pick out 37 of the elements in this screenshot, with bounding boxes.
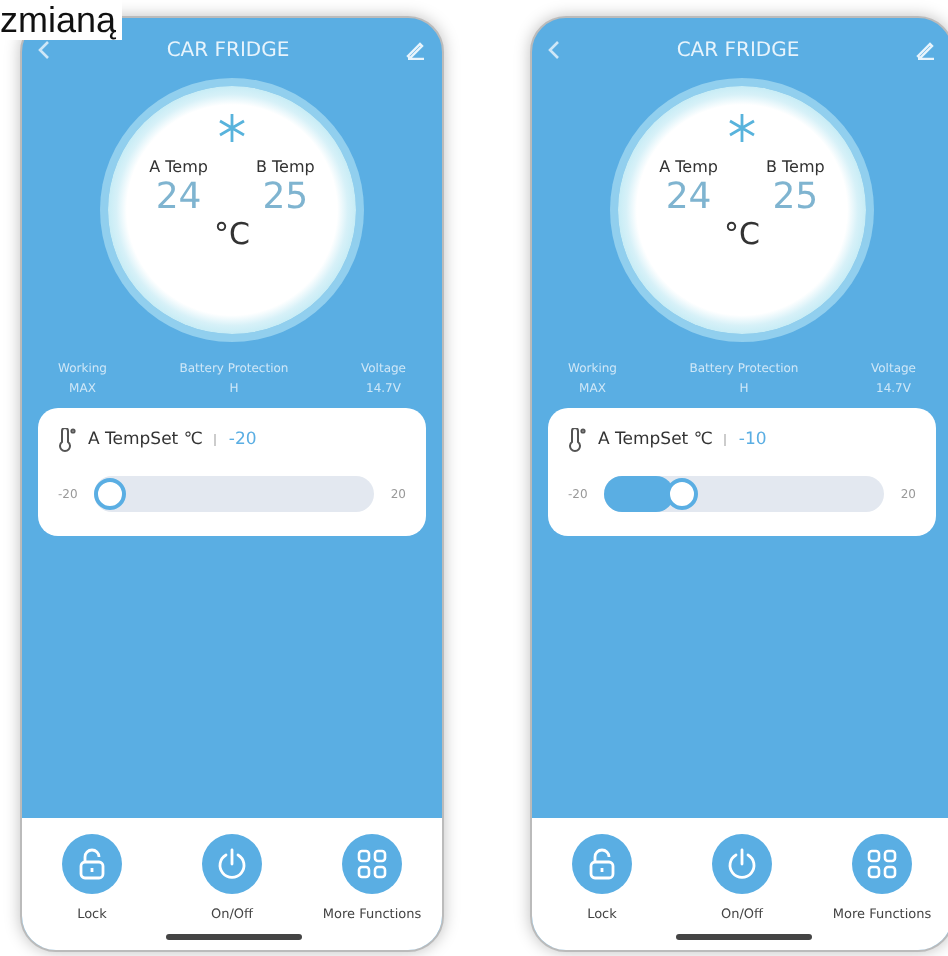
zone-temperature: 24 (665, 176, 712, 220)
page-caption: zmianą (0, 0, 123, 40)
temperature-slider[interactable] (93, 476, 375, 512)
home-indicator (166, 934, 302, 940)
tempset-value: -10 (738, 430, 767, 450)
padlock-icon (78, 848, 106, 880)
unit-label: °C (724, 215, 760, 252)
power-icon (216, 848, 248, 880)
edit-icon[interactable] (916, 40, 936, 60)
edit-icon[interactable] (406, 40, 426, 60)
snowflake-icon (728, 114, 756, 142)
zone-label: A Temp (149, 158, 208, 176)
zone-label: B Temp (255, 158, 315, 176)
padlock-icon (588, 848, 616, 880)
zone-temperature: 25 (772, 176, 819, 220)
power-icon (726, 848, 758, 880)
zone-label: A Temp (659, 158, 718, 176)
slider-thumb[interactable] (93, 478, 126, 510)
tempset-label: A TempSet ℃ (88, 430, 203, 450)
tempset-label: A TempSet ℃ (598, 430, 713, 450)
thermometer-icon (58, 428, 76, 452)
screen-title: CAR FRIDGE (676, 39, 800, 61)
zone-temperature: 24 (155, 176, 202, 220)
slider-thumb[interactable] (665, 478, 698, 510)
grid-icon (866, 848, 898, 880)
zone-temperature: 25 (262, 176, 309, 220)
back-icon[interactable] (548, 40, 560, 60)
home-indicator (676, 934, 812, 940)
back-icon[interactable] (38, 40, 50, 60)
zone-label: B Temp (765, 158, 825, 176)
unit-label: °C (214, 215, 250, 252)
screen-title: CAR FRIDGE (166, 39, 290, 61)
grid-icon (356, 848, 388, 880)
snowflake-icon (218, 114, 246, 142)
thermometer-icon (568, 428, 586, 452)
tempset-value: -20 (228, 430, 257, 450)
temperature-slider[interactable] (603, 476, 885, 512)
